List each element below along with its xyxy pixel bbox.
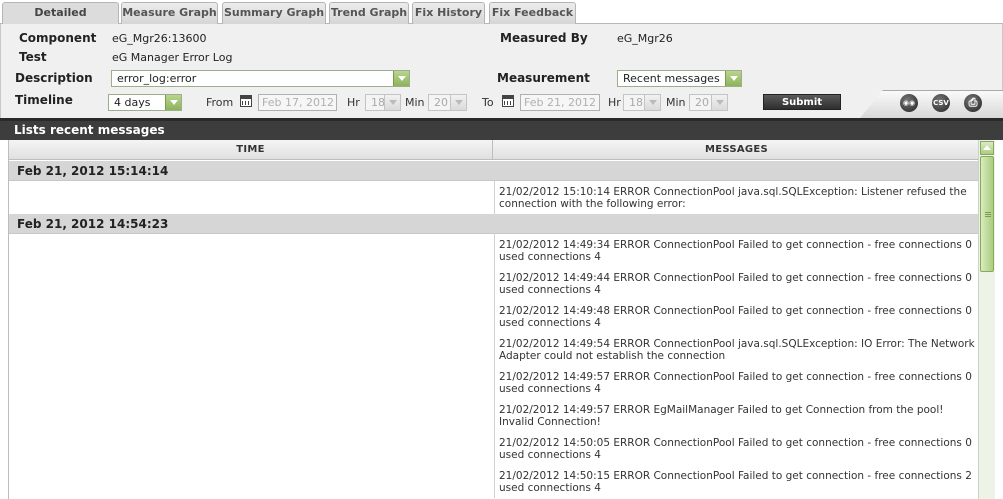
to-hour-select[interactable]: 18 [623, 94, 661, 111]
timeline-period-value: 4 days [114, 96, 151, 109]
time-cell [9, 181, 494, 214]
measured-by-label: Measured By [500, 31, 588, 45]
table-row: 21/02/2012 14:49:48 ERROR ConnectionPool… [9, 300, 978, 333]
to-minute-value: 20 [695, 96, 709, 109]
message-cell: 21/02/2012 14:50:15 ERROR ConnectionPool… [494, 465, 978, 498]
table-header: TIME MESSAGES [9, 140, 978, 160]
tab-summary-graph[interactable]: Summary Graph [222, 2, 326, 24]
from-hour-value: 18 [371, 96, 385, 109]
chevron-down-icon [384, 95, 400, 110]
time-cell [9, 465, 494, 498]
table-row: 21/02/2012 14:49:34 ERROR ConnectionPool… [9, 234, 978, 267]
message-cell: 21/02/2012 14:50:05 ERROR ConnectionPool… [494, 432, 978, 465]
tab-detailed-diagnosis[interactable]: Detailed Diagnosis [2, 2, 119, 39]
message-cell: 21/02/2012 14:49:34 ERROR ConnectionPool… [494, 234, 978, 267]
component-label: Component [19, 31, 97, 45]
description-label: Description [15, 71, 93, 85]
component-value: eG_Mgr26:13600 [112, 32, 207, 45]
chevron-down-icon [725, 71, 741, 86]
table-row: 21/02/2012 14:49:57 ERROR ConnectionPool… [9, 366, 978, 399]
message-cell: 21/02/2012 14:49:48 ERROR ConnectionPool… [494, 300, 978, 333]
time-cell [9, 234, 494, 267]
description-select[interactable]: error_log:error [111, 70, 410, 87]
messages-table: TIME MESSAGES Feb 21, 2012 15:14:14 21/02… [8, 140, 978, 499]
table-row: 21/02/2012 14:49:44 ERROR ConnectionPool… [9, 267, 978, 300]
measurement-select-value: Recent messages [623, 72, 720, 85]
chevron-down-icon [165, 95, 181, 110]
group-time-header: Feb 21, 2012 14:54:23 [9, 214, 978, 234]
binoculars-icon[interactable]: ◉◉ [900, 94, 918, 112]
to-hr-label: Hr [608, 96, 621, 109]
to-minute-select[interactable]: 20 [689, 94, 728, 111]
test-value: eG Manager Error Log [112, 51, 233, 64]
vertical-scrollbar[interactable] [978, 140, 995, 499]
message-cell: 21/02/2012 14:49:44 ERROR ConnectionPool… [494, 267, 978, 300]
chevron-down-icon [644, 95, 660, 110]
from-label: From [206, 96, 234, 109]
submit-button[interactable]: Submit [763, 94, 841, 110]
message-cell: 21/02/2012 14:49:54 ERROR ConnectionPool… [494, 333, 978, 366]
from-min-label: Min [405, 96, 425, 109]
chevron-down-icon [450, 95, 466, 110]
from-minute-select[interactable]: 20 [428, 94, 467, 111]
to-label: To [482, 96, 494, 109]
column-header-time: TIME [9, 140, 493, 160]
from-date-field[interactable]: Feb 17, 2012 [258, 94, 337, 111]
section-title: Lists recent messages [14, 123, 165, 137]
tab-fix-history[interactable]: Fix History [412, 2, 485, 24]
description-select-value: error_log:error [117, 72, 197, 85]
to-date-field[interactable]: Feb 21, 2012 [520, 94, 600, 111]
scroll-up-arrow-icon[interactable] [980, 141, 994, 155]
printer-icon[interactable]: ⎙ [964, 94, 982, 112]
tab-bar: Detailed Diagnosis Measure Graph Summary… [0, 0, 1003, 39]
from-hour-select[interactable]: 18 [365, 94, 401, 111]
calendar-icon[interactable] [502, 95, 514, 107]
to-hour-value: 18 [629, 96, 643, 109]
table-row: 21/02/2012 15:10:14 ERROR ConnectionPool… [9, 181, 978, 214]
tab-trend-graph[interactable]: Trend Graph [329, 2, 409, 24]
calendar-icon[interactable] [240, 95, 252, 107]
table-row: 21/02/2012 14:49:54 ERROR ConnectionPool… [9, 333, 978, 366]
time-cell [9, 432, 494, 465]
time-cell [9, 333, 494, 366]
chevron-down-icon [393, 71, 409, 86]
table-row: 21/02/2012 14:50:05 ERROR ConnectionPool… [9, 432, 978, 465]
chevron-down-icon [711, 95, 727, 110]
test-label: Test [19, 50, 47, 64]
group-time-header: Feb 21, 2012 15:14:14 [9, 161, 978, 181]
measured-by-value: eG_Mgr26 [617, 32, 673, 45]
message-cell: 21/02/2012 14:49:57 ERROR EgMailManager … [494, 399, 978, 432]
time-cell [9, 300, 494, 333]
to-min-label: Min [666, 96, 686, 109]
measurement-select[interactable]: Recent messages [617, 70, 742, 87]
table-body: Feb 21, 2012 15:14:14 21/02/2012 15:10:14… [9, 161, 978, 498]
time-cell [9, 399, 494, 432]
message-cell: 21/02/2012 15:10:14 ERROR ConnectionPool… [494, 181, 978, 214]
time-cell [9, 267, 494, 300]
timeline-period-select[interactable]: 4 days [108, 94, 182, 111]
tab-fix-feedback[interactable]: Fix Feedback [489, 2, 576, 24]
from-hr-label: Hr [347, 96, 360, 109]
column-header-messages: MESSAGES [704, 144, 769, 155]
measurement-label: Measurement [497, 71, 590, 85]
message-cell: 21/02/2012 14:49:57 ERROR ConnectionPool… [494, 366, 978, 399]
section-header: Lists recent messages [0, 118, 1003, 140]
timeline-label: Timeline [15, 93, 73, 107]
scrollbar-thumb[interactable] [980, 156, 994, 272]
time-cell [9, 366, 494, 399]
csv-icon[interactable]: CSV [932, 94, 950, 112]
from-minute-value: 20 [434, 96, 448, 109]
table-row: 21/02/2012 14:49:57 ERROR EgMailManager … [9, 399, 978, 432]
table-row: 21/02/2012 14:50:15 ERROR ConnectionPool… [9, 465, 978, 498]
tab-measure-graph[interactable]: Measure Graph [121, 2, 218, 24]
grip-icon [985, 212, 991, 218]
